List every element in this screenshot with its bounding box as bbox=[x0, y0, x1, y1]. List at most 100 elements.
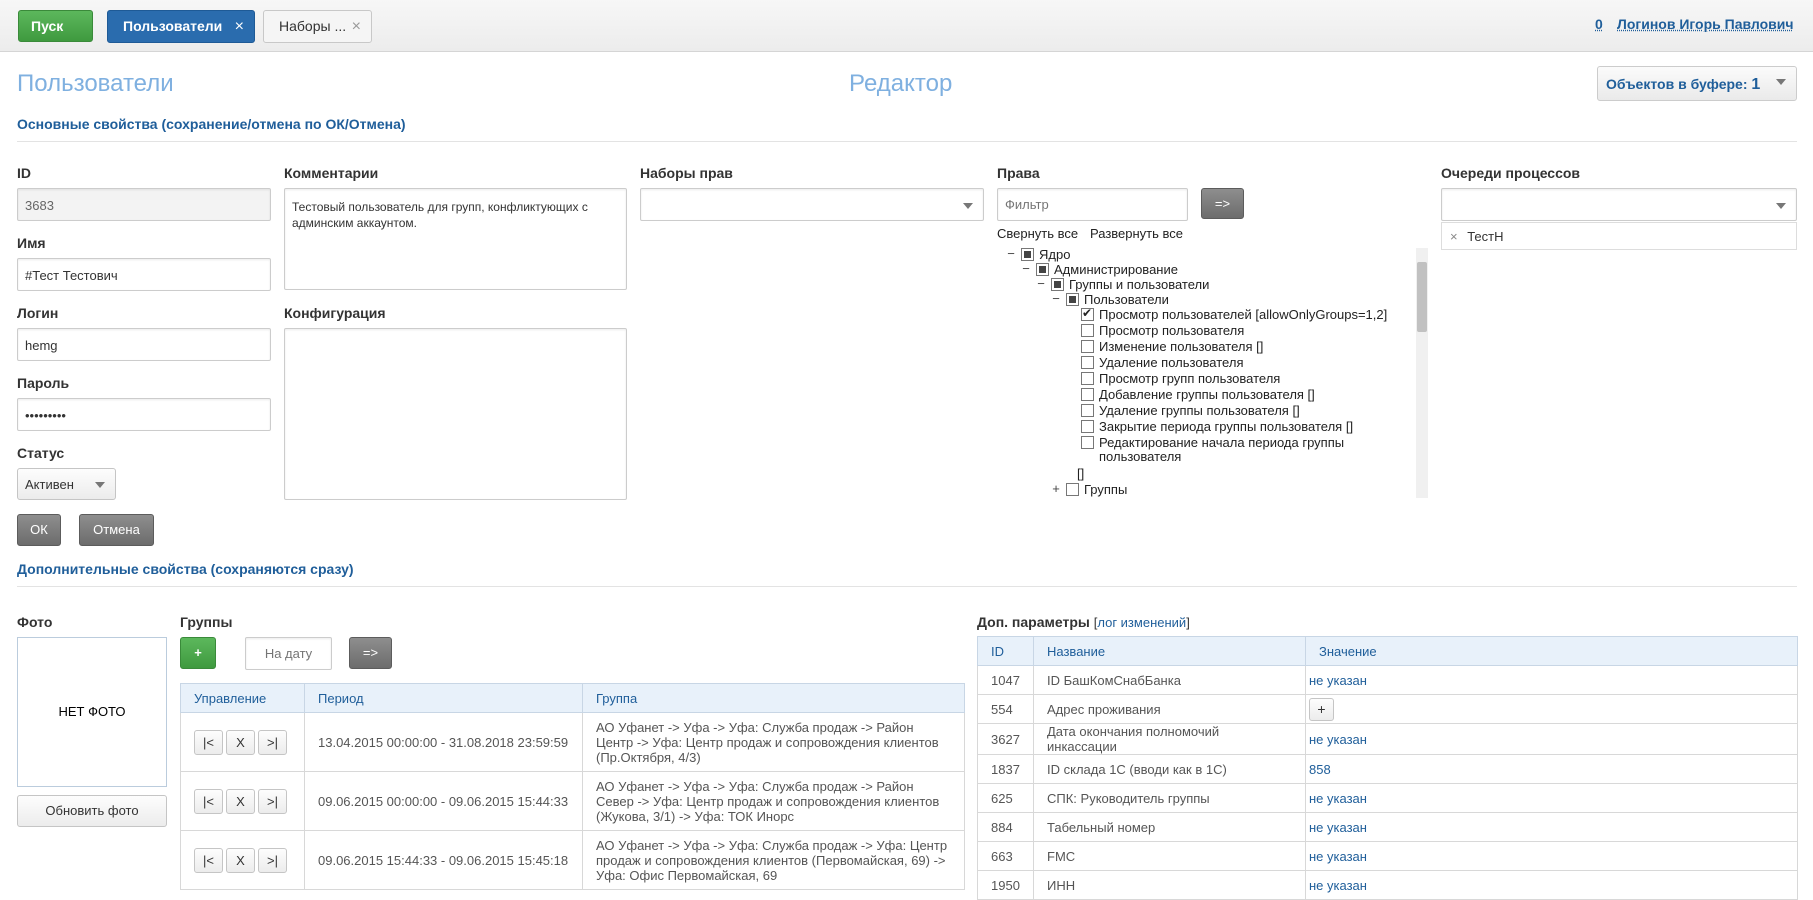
rightsets-label: Наборы прав bbox=[640, 165, 733, 181]
tree-node[interactable]: + Группы bbox=[997, 481, 1417, 498]
checkbox[interactable] bbox=[1036, 263, 1049, 276]
photo-label: Фото bbox=[17, 614, 53, 630]
checkbox[interactable] bbox=[1081, 356, 1094, 369]
groups-apply-button[interactable]: => bbox=[349, 637, 392, 669]
remove-button[interactable]: X bbox=[226, 729, 255, 755]
tree-node[interactable]: Просмотр пользователя bbox=[997, 323, 1417, 339]
checkbox[interactable] bbox=[1081, 436, 1094, 449]
param-value-link[interactable]: не указан bbox=[1309, 849, 1367, 864]
tree-node[interactable]: Изменение пользователя [] bbox=[997, 339, 1417, 355]
comments-textarea[interactable]: Тестовый пользователь для групп, конфлик… bbox=[284, 188, 627, 290]
start-button[interactable]: Пуск bbox=[18, 10, 93, 42]
tree-node[interactable]: Просмотр пользователей [allowOnlyGroups=… bbox=[997, 306, 1417, 323]
checkbox[interactable] bbox=[1081, 388, 1094, 401]
tree-node-label: Просмотр пользователей [allowOnlyGroups=… bbox=[1099, 307, 1388, 322]
current-user-link[interactable]: Логинов Игорь Павлович bbox=[1617, 16, 1794, 32]
param-value-cell: не указан bbox=[1305, 841, 1798, 871]
column-header[interactable]: Управление bbox=[180, 683, 305, 713]
column-header[interactable]: Значение bbox=[1305, 636, 1798, 666]
change-log-link[interactable]: лог изменений bbox=[1097, 615, 1186, 630]
param-value-link[interactable]: не указан bbox=[1309, 732, 1367, 747]
update-photo-button[interactable]: Обновить фото bbox=[17, 795, 167, 827]
param-value-cell: не указан bbox=[1305, 870, 1798, 900]
rightsets-select[interactable] bbox=[640, 188, 984, 221]
tree-node-label: Группы bbox=[1084, 482, 1128, 497]
collapse-icon[interactable]: − bbox=[1036, 276, 1046, 291]
queues-select[interactable] bbox=[1441, 188, 1797, 221]
password-field[interactable]: ••••••••• bbox=[17, 398, 271, 431]
checkbox[interactable] bbox=[1051, 278, 1064, 291]
close-icon[interactable]: × bbox=[1450, 229, 1458, 244]
tab-rightsets[interactable]: Наборы ... × bbox=[263, 10, 372, 43]
tree-node[interactable]: Добавление группы пользователя [] bbox=[997, 387, 1417, 403]
group-path-line: Уфа: Офис Первомайская, 69 bbox=[596, 867, 778, 883]
collapse-icon[interactable]: − bbox=[1051, 291, 1061, 306]
param-value-link[interactable]: не указан bbox=[1309, 791, 1367, 806]
name-field[interactable]: #Тест Тестович bbox=[17, 258, 271, 291]
param-value-link[interactable]: не указан bbox=[1309, 878, 1367, 893]
param-value-cell: не указан bbox=[1305, 665, 1798, 695]
close-icon[interactable]: × bbox=[352, 11, 361, 42]
status-select[interactable]: Активен bbox=[17, 468, 116, 500]
tree-scrollbar-thumb[interactable] bbox=[1417, 262, 1427, 332]
tree-node[interactable]: Удаление пользователя bbox=[997, 355, 1417, 371]
checkbox[interactable] bbox=[1081, 404, 1094, 417]
checkbox[interactable] bbox=[1081, 340, 1094, 353]
tree-node[interactable]: Просмотр групп пользователя bbox=[997, 371, 1417, 387]
column-header[interactable]: Период bbox=[304, 683, 583, 713]
tab-users[interactable]: Пользователи × bbox=[107, 10, 255, 43]
last-button[interactable]: >| bbox=[258, 788, 287, 814]
checkbox[interactable] bbox=[1081, 372, 1094, 385]
group-cell: АО Уфанет -> Уфа -> Уфа: Служба продаж -… bbox=[582, 712, 965, 772]
ok-button[interactable]: ОК bbox=[17, 514, 61, 546]
date-input[interactable] bbox=[245, 637, 332, 670]
param-name: Адрес проживания bbox=[1033, 694, 1306, 724]
tree-node-label: Группы и пользователи bbox=[1069, 277, 1210, 292]
last-button[interactable]: >| bbox=[258, 847, 287, 873]
tree-node[interactable]: Редактирование начала периода группы поль… bbox=[997, 435, 1417, 465]
tree-node[interactable]: [] bbox=[997, 466, 1417, 482]
add-value-button[interactable]: + bbox=[1309, 697, 1334, 721]
tree-node[interactable]: − Администрирование bbox=[997, 261, 1417, 278]
column-header[interactable]: Группа bbox=[582, 683, 965, 713]
notifications-count[interactable]: 0 bbox=[1595, 16, 1603, 32]
close-icon[interactable]: × bbox=[235, 11, 244, 42]
expand-icon[interactable]: + bbox=[1051, 481, 1061, 496]
rights-apply-button[interactable]: => bbox=[1201, 188, 1244, 219]
config-textarea[interactable] bbox=[284, 328, 627, 500]
login-field[interactable]: hemg bbox=[17, 328, 271, 361]
checkbox[interactable] bbox=[1081, 420, 1094, 433]
rights-filter-input[interactable] bbox=[997, 188, 1188, 221]
checkbox[interactable] bbox=[1081, 306, 1094, 321]
collapse-all-link[interactable]: Свернуть все bbox=[997, 226, 1078, 241]
tree-node[interactable]: Закрытие периода группы пользователя [] bbox=[997, 419, 1417, 435]
checkbox[interactable] bbox=[1066, 483, 1079, 496]
status-label: Статус bbox=[17, 445, 65, 461]
first-button[interactable]: |< bbox=[194, 729, 223, 755]
column-header[interactable]: ID bbox=[977, 636, 1034, 666]
param-value-link[interactable]: не указан bbox=[1309, 820, 1367, 835]
tree-node[interactable]: − Ядро bbox=[997, 247, 1417, 263]
id-field[interactable]: 3683 bbox=[17, 188, 271, 221]
first-button[interactable]: |< bbox=[194, 847, 223, 873]
last-button[interactable]: >| bbox=[258, 729, 287, 755]
cancel-button[interactable]: Отмена bbox=[79, 514, 154, 546]
checkbox[interactable] bbox=[1021, 248, 1034, 261]
param-id: 554 bbox=[977, 694, 1034, 724]
remove-button[interactable]: X bbox=[226, 788, 255, 814]
buffer-dropdown[interactable]: Объектов в буфере: 1 bbox=[1597, 66, 1797, 101]
add-group-button[interactable]: + bbox=[180, 637, 216, 669]
checkbox[interactable] bbox=[1066, 293, 1079, 306]
tree-node[interactable]: Удаление группы пользователя [] bbox=[997, 403, 1417, 419]
expand-all-link[interactable]: Развернуть все bbox=[1090, 226, 1183, 241]
checkbox[interactable] bbox=[1081, 324, 1094, 337]
remove-button[interactable]: X bbox=[226, 847, 255, 873]
collapse-icon[interactable]: − bbox=[1021, 261, 1031, 276]
tree-node[interactable]: − Пользователи bbox=[997, 291, 1417, 308]
collapse-icon[interactable]: − bbox=[1006, 247, 1016, 261]
first-button[interactable]: |< bbox=[194, 788, 223, 814]
period-cell: 13.04.2015 00:00:00 - 31.08.2018 23:59:5… bbox=[304, 712, 583, 772]
column-header[interactable]: Название bbox=[1033, 636, 1306, 666]
param-value-link[interactable]: 858 bbox=[1309, 762, 1331, 777]
param-value-link[interactable]: не указан bbox=[1309, 673, 1367, 688]
